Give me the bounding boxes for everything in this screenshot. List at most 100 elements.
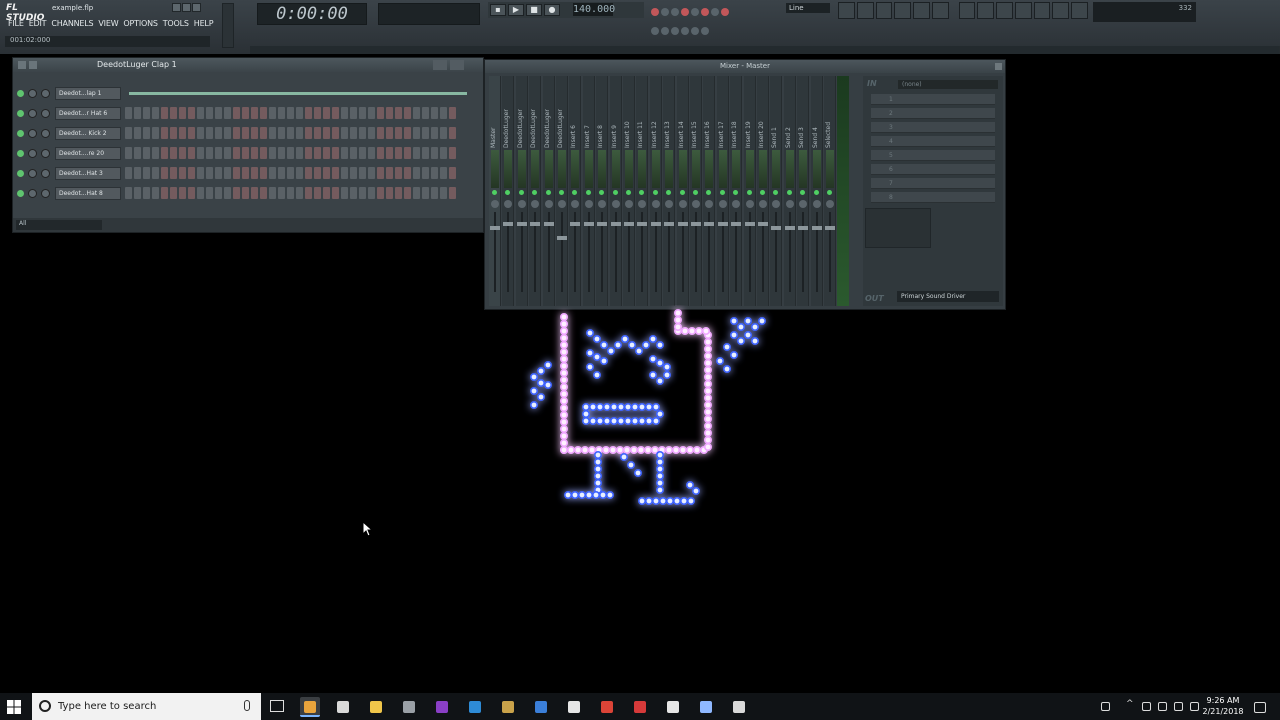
step-button[interactable] bbox=[179, 107, 186, 119]
strip-enable-led[interactable] bbox=[760, 190, 765, 195]
step-button[interactable] bbox=[350, 147, 357, 159]
step-button[interactable] bbox=[332, 127, 339, 139]
step-button[interactable] bbox=[323, 127, 330, 139]
strip-fader-cap[interactable] bbox=[503, 222, 514, 226]
step-button[interactable] bbox=[314, 107, 321, 119]
step-button[interactable] bbox=[323, 167, 330, 179]
strip-fader-cap[interactable] bbox=[798, 226, 809, 230]
strip-fader-cap[interactable] bbox=[731, 222, 742, 226]
step-button[interactable] bbox=[278, 187, 285, 199]
step-button[interactable] bbox=[440, 147, 447, 159]
help-icon[interactable] bbox=[1071, 2, 1088, 19]
step-button[interactable] bbox=[152, 107, 159, 119]
premiere-icon[interactable] bbox=[432, 697, 452, 717]
step-button[interactable] bbox=[269, 187, 276, 199]
fl-studio-icon[interactable] bbox=[300, 697, 320, 717]
step-button[interactable] bbox=[260, 167, 267, 179]
strip-enable-led[interactable] bbox=[800, 190, 806, 195]
song-position-display[interactable]: 0:00:00 bbox=[257, 3, 367, 25]
step-button[interactable] bbox=[287, 187, 294, 199]
step-button[interactable] bbox=[188, 167, 195, 179]
step-button[interactable] bbox=[314, 127, 321, 139]
mixer-strip[interactable]: DeedotLuger bbox=[502, 76, 515, 306]
menu-help[interactable]: HELP bbox=[194, 19, 214, 31]
strip-pan-knob[interactable] bbox=[799, 200, 808, 208]
strip-fader-cap[interactable] bbox=[758, 222, 768, 226]
minimize-icon[interactable] bbox=[172, 3, 181, 12]
step-button[interactable] bbox=[431, 107, 438, 119]
mixer-strip[interactable]: Insert 7 bbox=[582, 76, 595, 306]
strip-enable-led[interactable] bbox=[719, 190, 725, 195]
channel-rack-title[interactable]: DeedotLuger Clap 1 bbox=[13, 58, 483, 72]
channel-pan-knob[interactable] bbox=[28, 169, 37, 178]
tools-icon[interactable] bbox=[1014, 2, 1032, 19]
mixer-strip[interactable]: Insert 10 bbox=[623, 76, 635, 306]
step-button[interactable] bbox=[395, 167, 402, 179]
folder-icon[interactable] bbox=[498, 697, 518, 717]
step-button[interactable] bbox=[368, 107, 375, 119]
channel-mute-led[interactable] bbox=[17, 190, 24, 197]
strip-fader-track[interactable] bbox=[775, 212, 778, 292]
channel-pan-knob[interactable] bbox=[28, 89, 37, 98]
step-button[interactable] bbox=[179, 187, 186, 199]
step-button[interactable] bbox=[251, 187, 258, 199]
channel-pan-knob[interactable] bbox=[28, 109, 37, 118]
keyboard-editor-icon[interactable] bbox=[450, 60, 464, 70]
mixer-strip[interactable]: Insert 14 bbox=[676, 76, 689, 306]
channel-volume-knob[interactable] bbox=[41, 189, 50, 198]
step-button[interactable] bbox=[413, 167, 420, 179]
mixer-strip[interactable]: DeedotLuger bbox=[529, 76, 542, 306]
step-button[interactable] bbox=[440, 127, 447, 139]
link-icon[interactable] bbox=[681, 27, 689, 35]
snap-icon[interactable] bbox=[651, 27, 659, 35]
step-button[interactable] bbox=[242, 187, 249, 199]
step-button[interactable] bbox=[323, 147, 330, 159]
step-button[interactable] bbox=[395, 107, 402, 119]
play-icon[interactable]: ▶ bbox=[508, 4, 524, 16]
save-icon[interactable] bbox=[996, 2, 1013, 19]
step-button[interactable] bbox=[152, 127, 159, 139]
step-button[interactable] bbox=[260, 187, 267, 199]
metronome-icon[interactable] bbox=[651, 8, 659, 16]
step-button[interactable] bbox=[224, 147, 231, 159]
menu-view[interactable]: VIEW bbox=[98, 19, 118, 31]
channel-pan-knob[interactable] bbox=[28, 189, 37, 198]
effect-slot[interactable]: 5 bbox=[871, 150, 995, 161]
windows-start-icon[interactable] bbox=[6, 699, 22, 715]
strip-fader-cap[interactable] bbox=[744, 222, 755, 226]
step-button[interactable] bbox=[422, 107, 429, 119]
step-button[interactable] bbox=[377, 127, 384, 139]
step-button[interactable] bbox=[125, 127, 132, 139]
step-button[interactable] bbox=[341, 167, 348, 179]
step-button[interactable] bbox=[215, 167, 222, 179]
rack-menu-icon[interactable] bbox=[18, 61, 26, 69]
step-button[interactable] bbox=[323, 107, 330, 119]
strip-fader-cap[interactable] bbox=[530, 222, 541, 226]
strip-fader-cap[interactable] bbox=[650, 222, 661, 226]
menu-options[interactable]: OPTIONS bbox=[123, 19, 158, 31]
channel-row[interactable]: Deedot...r Hat 6 bbox=[17, 106, 477, 122]
step-button[interactable] bbox=[413, 187, 420, 199]
step-button[interactable] bbox=[278, 107, 285, 119]
strip-pan-knob[interactable] bbox=[665, 200, 674, 208]
step-button[interactable] bbox=[368, 167, 375, 179]
step-button[interactable] bbox=[359, 167, 366, 179]
menu-file[interactable]: FILE bbox=[8, 19, 24, 31]
strip-enable-led[interactable] bbox=[612, 190, 618, 195]
strip-enable-led[interactable] bbox=[773, 190, 779, 195]
strip-enable-led[interactable] bbox=[652, 190, 658, 195]
channel-name-button[interactable]: Deedot...Hat 3 bbox=[55, 167, 121, 180]
step-button[interactable] bbox=[287, 147, 294, 159]
step-button[interactable] bbox=[341, 107, 348, 119]
mixer-strip[interactable]: DeedotLuger bbox=[515, 76, 528, 306]
strip-enable-led[interactable] bbox=[693, 190, 698, 195]
strip-enable-led[interactable] bbox=[532, 190, 538, 195]
step-button[interactable] bbox=[143, 107, 150, 119]
channel-volume-knob[interactable] bbox=[41, 109, 50, 118]
step-button[interactable] bbox=[404, 167, 411, 179]
strip-fader-cap[interactable] bbox=[717, 222, 728, 226]
step-button[interactable] bbox=[188, 147, 195, 159]
strip-fader-cap[interactable] bbox=[516, 222, 527, 226]
strip-pan-knob[interactable] bbox=[812, 200, 821, 208]
step-button[interactable] bbox=[350, 107, 357, 119]
